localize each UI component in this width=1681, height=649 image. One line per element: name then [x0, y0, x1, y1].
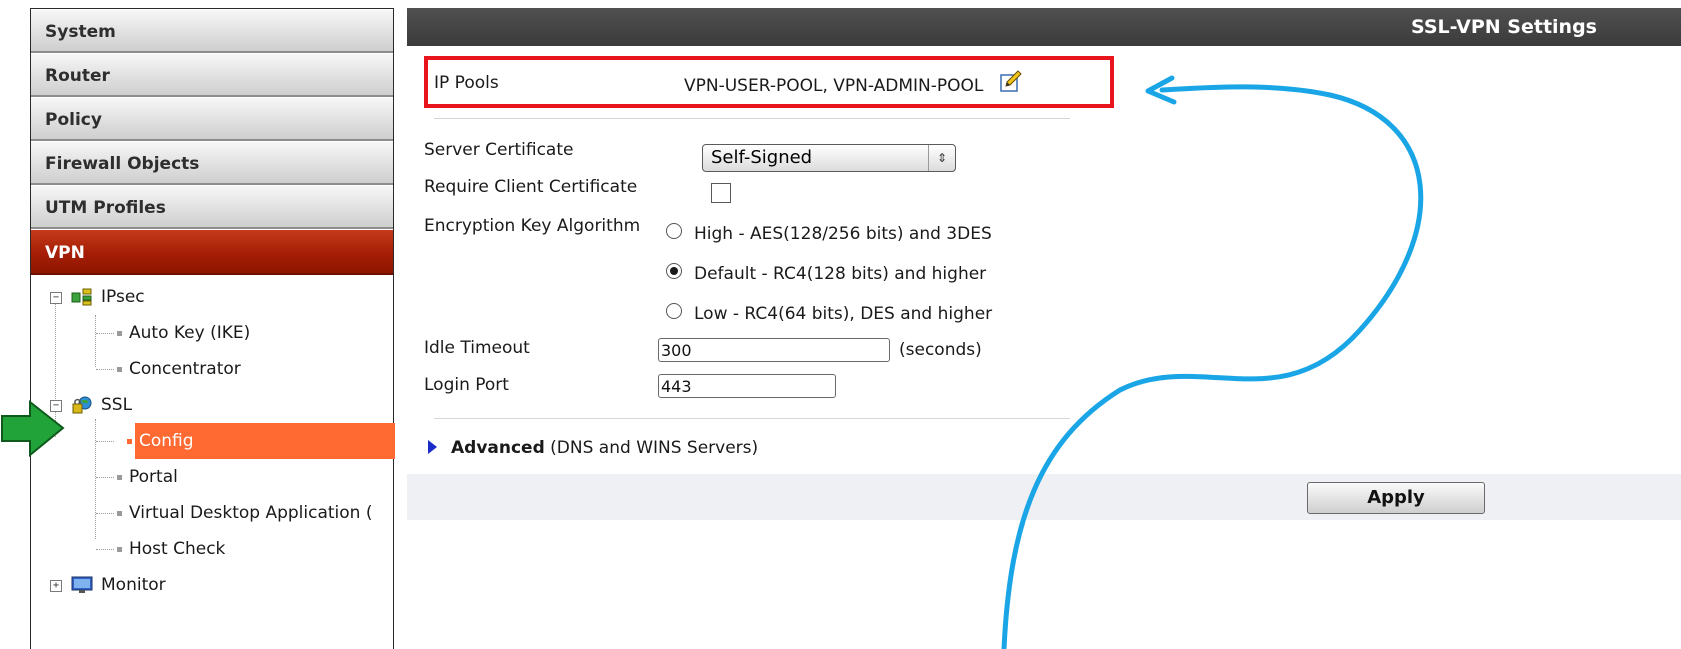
encryption-default-radio[interactable] — [666, 263, 682, 279]
tree-line — [96, 441, 114, 442]
idle-timeout-unit: (seconds) — [899, 340, 982, 360]
menu-policy[interactable]: Policy — [31, 97, 393, 141]
tree-item-ipsec[interactable]: − IPsec — [31, 279, 393, 315]
bullet-icon — [117, 547, 122, 552]
encryption-key-algorithm-label: Encryption Key Algorithm — [424, 216, 641, 236]
top-strip — [396, 0, 1681, 8]
tree-item-label: Host Check — [129, 539, 226, 559]
tree-item-label: Virtual Desktop Application ( — [129, 503, 373, 523]
page-title: SSL-VPN Settings — [407, 8, 1681, 46]
require-client-certificate-label: Require Client Certificate — [424, 177, 638, 197]
vpn-tree: − IPsec Auto Key (IKE) Concentrator − SS… — [31, 279, 395, 603]
tree-line — [96, 369, 114, 370]
expand-triangle-icon — [428, 440, 437, 454]
tree-line — [96, 513, 114, 514]
sidebar-frame: System Router Policy Firewall Objects UT… — [30, 8, 395, 649]
encryption-low-label: Low - RC4(64 bits), DES and higher — [694, 304, 993, 324]
menu-vpn[interactable]: VPN — [31, 229, 393, 275]
tree-item-ssl[interactable]: − SSL — [31, 387, 393, 423]
monitor-icon — [71, 576, 93, 593]
encryption-high-label: High - AES(128/256 bits) and 3DES — [694, 224, 992, 244]
server-certificate-select[interactable]: Self-Signed ⇕ — [702, 144, 956, 172]
tree-item-label: Portal — [129, 467, 178, 487]
bullet-icon — [117, 511, 122, 516]
bullet-icon — [117, 475, 122, 480]
collapse-icon[interactable]: − — [50, 400, 62, 412]
tree-item-virtual-desktop[interactable]: Virtual Desktop Application ( — [31, 495, 393, 531]
separator — [434, 118, 1070, 119]
idle-timeout-input[interactable] — [658, 338, 890, 362]
bullet-icon — [117, 367, 122, 372]
advanced-label: Advanced — [451, 438, 545, 458]
apply-button[interactable]: Apply — [1307, 482, 1485, 514]
tree-item-monitor[interactable]: + Monitor — [31, 567, 393, 603]
encryption-high-radio[interactable] — [666, 223, 682, 239]
idle-timeout-label: Idle Timeout — [424, 338, 530, 358]
server-certificate-label: Server Certificate — [424, 140, 574, 160]
require-client-certificate-checkbox[interactable] — [711, 183, 731, 203]
main-panel: SSL-VPN Settings IP Pools VPN-USER-POOL,… — [396, 0, 1681, 649]
menu-firewall-objects[interactable]: Firewall Objects — [31, 141, 393, 185]
tree-line — [96, 333, 114, 334]
collapse-icon[interactable]: − — [50, 292, 62, 304]
select-value: Self-Signed — [711, 147, 813, 168]
tree-item-concentrator[interactable]: Concentrator — [31, 351, 393, 387]
tree-item-config[interactable]: Config — [31, 423, 395, 459]
tree-item-label: Auto Key (IKE) — [129, 323, 251, 343]
tree-item-label: Concentrator — [129, 359, 241, 379]
pencil-edit-icon[interactable] — [1000, 70, 1022, 92]
tree-line — [96, 477, 114, 478]
menu-router[interactable]: Router — [31, 53, 393, 97]
menu-utm-profiles[interactable]: UTM Profiles — [31, 185, 393, 229]
menu-system[interactable]: System — [31, 9, 393, 53]
globe-lock-icon — [72, 396, 92, 414]
login-port-label: Login Port — [424, 375, 509, 395]
encryption-default-label: Default - RC4(128 bits) and higher — [694, 264, 987, 284]
updown-arrows-icon: ⇕ — [928, 145, 955, 171]
tree-line — [96, 549, 114, 550]
tree-item-auto-key[interactable]: Auto Key (IKE) — [31, 315, 393, 351]
ip-pools-value: VPN-USER-POOL, VPN-ADMIN-POOL — [684, 76, 984, 96]
ip-pools-label: IP Pools — [434, 73, 499, 93]
tree-item-label: Monitor — [101, 575, 166, 595]
tree-item-label: IPsec — [101, 287, 145, 307]
network-icon — [71, 288, 92, 306]
tree-item-host-check[interactable]: Host Check — [31, 531, 393, 567]
tree-item-label: SSL — [101, 395, 133, 415]
login-port-input[interactable] — [658, 374, 836, 398]
advanced-toggle[interactable]: Advanced (DNS and WINS Servers) — [428, 438, 758, 458]
sidebar: System Router Policy Firewall Objects UT… — [0, 0, 396, 649]
bullet-icon — [127, 439, 132, 444]
button-bar — [407, 474, 1681, 520]
bullet-icon — [117, 331, 122, 336]
tree-item-portal[interactable]: Portal — [31, 459, 393, 495]
separator — [434, 418, 1070, 419]
tree-item-label: Config — [139, 431, 194, 451]
encryption-low-radio[interactable] — [666, 303, 682, 319]
advanced-sub: (DNS and WINS Servers) — [550, 438, 759, 458]
expand-icon[interactable]: + — [50, 580, 62, 592]
